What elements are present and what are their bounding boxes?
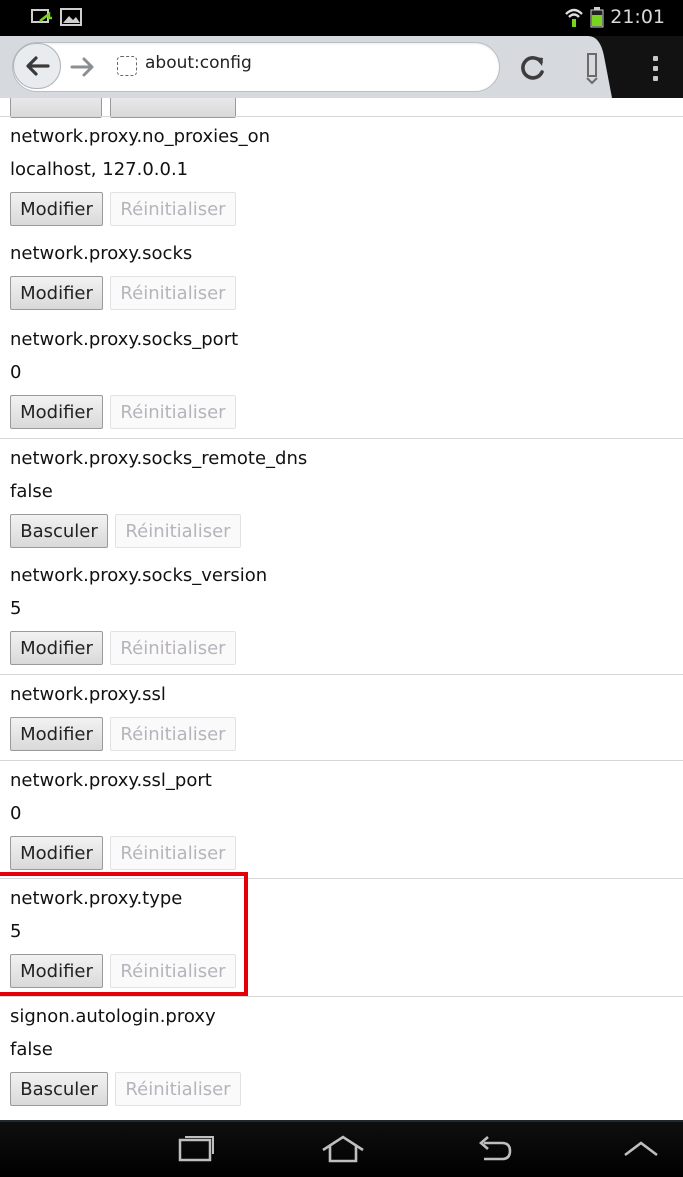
pref-name: signon.autologin.proxy: [10, 1006, 216, 1027]
menu-icon[interactable]: [640, 50, 670, 86]
pref-name: network.proxy.ssl: [10, 684, 166, 705]
reset-button[interactable]: Réinitialiser: [110, 717, 236, 751]
wifi-icon: [565, 8, 584, 27]
forward-arrow-icon: [70, 57, 94, 77]
reset-button[interactable]: Réinitialiser: [115, 514, 241, 548]
modify-button[interactable]: Modifier: [10, 192, 103, 226]
screen-share-icon: [31, 9, 52, 23]
modify-button-partial[interactable]: [10, 98, 102, 118]
pref-value: 0: [10, 362, 22, 383]
modify-button[interactable]: Modifier: [10, 395, 103, 429]
pref-value: false: [10, 1039, 53, 1060]
status-bar: 21:01: [0, 0, 683, 36]
modify-button[interactable]: Modifier: [10, 717, 103, 751]
config-list: network.proxy.no_proxies_on localhost, 1…: [0, 98, 683, 1120]
pref-row: signon.autologin.proxy false Basculer Ré…: [0, 996, 683, 1120]
pref-value: localhost, 127.0.0.1: [10, 159, 189, 180]
pref-row: network.proxy.socks_remote_dns false Bas…: [0, 438, 683, 557]
pref-name: network.proxy.ssl_port: [10, 770, 212, 791]
hide-keyboard-icon: [624, 1141, 658, 1157]
pref-name: network.proxy.socks_port: [10, 329, 239, 350]
tabs-button[interactable]: [572, 44, 612, 92]
pref-row: network.proxy.ssl Modifier Réinitialiser: [0, 674, 683, 761]
clock: 21:01: [610, 6, 665, 28]
recent-apps-icon: [178, 1136, 214, 1162]
hide-keyboard-button[interactable]: [613, 1132, 669, 1166]
highlight-box: [0, 872, 248, 996]
pref-row: network.proxy.no_proxies_on localhost, 1…: [0, 116, 683, 235]
pref-row: network.proxy.socks Modifier Réinitialis…: [0, 234, 683, 318]
url-text[interactable]: about:config: [145, 53, 252, 73]
back-nav-button[interactable]: [466, 1132, 522, 1166]
pref-value: 0: [10, 803, 22, 824]
pref-row: network.proxy.ssl_port 0 Modifier Réinit…: [0, 760, 683, 879]
reload-icon: [521, 56, 544, 80]
pref-name: network.proxy.no_proxies_on: [10, 126, 271, 147]
pref-name: network.proxy.socks_remote_dns: [10, 448, 308, 469]
pref-name: network.proxy.socks: [10, 243, 193, 264]
modify-button[interactable]: Modifier: [10, 276, 103, 310]
modify-button[interactable]: Modifier: [10, 836, 103, 870]
reset-button[interactable]: Réinitialiser: [115, 1072, 241, 1106]
page-icon: [117, 56, 137, 76]
battery-icon: [590, 7, 604, 28]
home-icon: [322, 1135, 364, 1163]
image-icon: [60, 8, 82, 26]
system-nav-bar: [0, 1120, 683, 1177]
pref-row: network.proxy.socks_port 0 Modifier Réin…: [0, 320, 683, 438]
reset-button[interactable]: Réinitialiser: [110, 192, 236, 226]
forward-button[interactable]: [66, 50, 100, 84]
back-button[interactable]: [13, 43, 61, 89]
pref-row: network.proxy.socks_version 5 Modifier R…: [0, 556, 683, 674]
pref-value: false: [10, 481, 53, 502]
modify-button[interactable]: Modifier: [10, 631, 103, 665]
browser-toolbar: about:config: [0, 36, 683, 98]
back-arrow-icon: [26, 56, 50, 76]
reset-button[interactable]: Réinitialiser: [110, 836, 236, 870]
home-button[interactable]: [315, 1132, 371, 1166]
back-icon: [479, 1136, 512, 1161]
reset-button[interactable]: Réinitialiser: [110, 276, 236, 310]
toggle-button[interactable]: Basculer: [10, 514, 108, 548]
reset-button[interactable]: Réinitialiser: [110, 631, 236, 665]
reload-button[interactable]: [513, 50, 553, 86]
recent-apps-button[interactable]: [168, 1132, 224, 1166]
reset-button[interactable]: Réinitialiser: [110, 395, 236, 429]
pref-name: network.proxy.socks_version: [10, 565, 268, 586]
reset-button-partial[interactable]: [110, 98, 236, 118]
tabs-icon: [586, 53, 598, 85]
toggle-button[interactable]: Basculer: [10, 1072, 108, 1106]
pref-value: 5: [10, 598, 22, 619]
